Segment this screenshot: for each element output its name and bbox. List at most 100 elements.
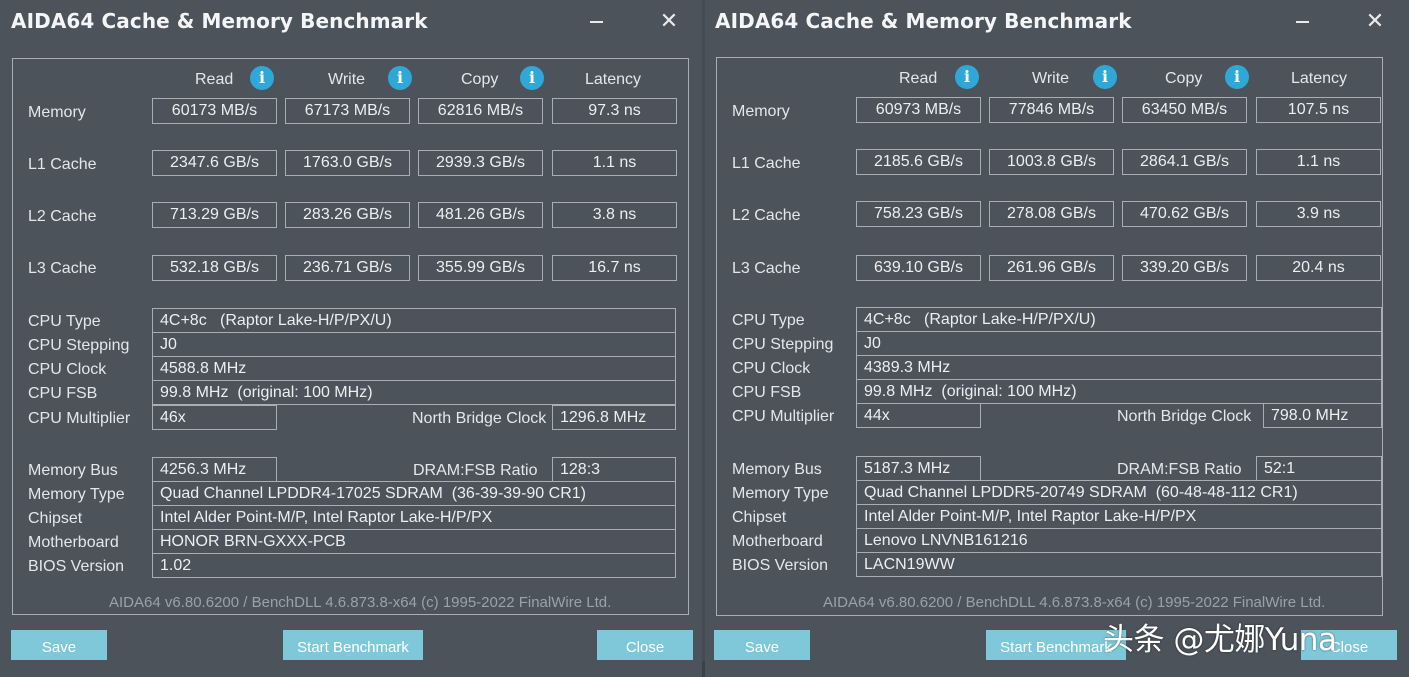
cpu-type-value: 4C+8c (Raptor Lake-H/P/PX/U) <box>152 308 676 333</box>
row-label-l2-cache: L2 Cache <box>732 207 801 224</box>
l1-copy-value: 2864.1 GB/s <box>1122 149 1247 175</box>
minimize-button[interactable] <box>584 8 610 34</box>
north-bridge-clock-label: North Bridge Clock <box>1117 408 1252 425</box>
dram-fsb-ratio-label: DRAM:FSB Ratio <box>1117 461 1242 478</box>
l3-read-value: 532.18 GB/s <box>152 255 277 281</box>
l2-copy-value: 481.26 GB/s <box>418 202 543 228</box>
benchmark-window-right: AIDA64 Cache & Memory Benchmark ✕ Read i… <box>705 0 1409 677</box>
motherboard-value: Lenovo LNVNB161216 <box>856 528 1382 553</box>
memory-read-value: 60173 MB/s <box>152 98 277 124</box>
l2-latency-value: 3.8 ns <box>552 202 677 228</box>
l3-copy-value: 339.20 GB/s <box>1122 255 1247 281</box>
cpu-stepping-value: J0 <box>152 332 676 357</box>
north-bridge-clock-label: North Bridge Clock <box>412 410 547 427</box>
cpu-stepping-label: CPU Stepping <box>28 337 130 354</box>
l1-copy-value: 2939.3 GB/s <box>418 150 543 176</box>
memory-copy-value: 63450 MB/s <box>1122 97 1247 123</box>
memory-write-value: 67173 MB/s <box>285 98 410 124</box>
l3-write-value: 236.71 GB/s <box>285 255 410 281</box>
column-header-write: Write <box>1032 70 1070 87</box>
l3-write-value: 261.96 GB/s <box>989 255 1114 281</box>
l1-latency-value: 1.1 ns <box>1256 149 1381 175</box>
info-icon[interactable]: i <box>520 66 544 90</box>
cpu-stepping-label: CPU Stepping <box>732 336 834 353</box>
close-window-button[interactable]: ✕ <box>1362 8 1388 34</box>
row-label-l1-cache: L1 Cache <box>28 156 97 173</box>
save-button[interactable]: Save <box>11 630 107 660</box>
l2-latency-value: 3.9 ns <box>1256 201 1381 227</box>
bios-version-value: 1.02 <box>152 553 676 578</box>
memory-type-label: Memory Type <box>732 485 829 502</box>
memory-read-value: 60973 MB/s <box>856 97 981 123</box>
info-icon[interactable]: i <box>250 66 274 90</box>
memory-type-value: Quad Channel LPDDR4-17025 SDRAM (36-39-3… <box>152 481 676 506</box>
cpu-type-label: CPU Type <box>732 312 805 329</box>
cpu-fsb-label: CPU FSB <box>28 385 98 402</box>
results-panel: Read i Write i Copy i Latency Memory 601… <box>12 58 689 615</box>
memory-bus-value: 4256.3 MHz <box>152 457 277 482</box>
cpu-multiplier-value: 44x <box>856 403 981 428</box>
cpu-clock-label: CPU Clock <box>28 361 107 378</box>
info-icon[interactable]: i <box>388 66 412 90</box>
info-icon[interactable]: i <box>955 65 979 89</box>
save-button[interactable]: Save <box>714 630 810 660</box>
l1-write-value: 1003.8 GB/s <box>989 149 1114 175</box>
cpu-multiplier-value: 46x <box>152 405 277 430</box>
bios-version-label: BIOS Version <box>732 557 829 574</box>
l1-read-value: 2347.6 GB/s <box>152 150 277 176</box>
column-header-latency: Latency <box>585 71 642 88</box>
info-icon[interactable]: i <box>1225 65 1249 89</box>
cpu-clock-label: CPU Clock <box>732 360 811 377</box>
memory-latency-value: 97.3 ns <box>552 98 677 124</box>
footer-copyright: AIDA64 v6.80.6200 / BenchDLL 4.6.873.8-x… <box>823 594 1326 611</box>
cpu-multiplier-label: CPU Multiplier <box>28 410 131 427</box>
motherboard-value: HONOR BRN-GXXX-PCB <box>152 529 676 554</box>
start-benchmark-button[interactable]: Start Benchmark <box>283 630 423 660</box>
cpu-fsb-value: 99.8 MHz (original: 100 MHz) <box>856 379 1382 404</box>
motherboard-label: Motherboard <box>732 533 823 550</box>
row-label-l1-cache: L1 Cache <box>732 155 801 172</box>
close-window-button[interactable]: ✕ <box>656 8 682 34</box>
l2-write-value: 283.26 GB/s <box>285 202 410 228</box>
l3-read-value: 639.10 GB/s <box>856 255 981 281</box>
memory-write-value: 77846 MB/s <box>989 97 1114 123</box>
column-header-read: Read <box>195 71 234 88</box>
row-label-l3-cache: L3 Cache <box>28 260 97 277</box>
bios-version-value: LACN19WW <box>856 552 1382 577</box>
results-panel: Read i Write i Copy i Latency Memory 609… <box>716 57 1383 616</box>
chipset-value: Intel Alder Point-M/P, Intel Raptor Lake… <box>152 505 676 530</box>
benchmark-window-left: AIDA64 Cache & Memory Benchmark ✕ Read i… <box>0 0 702 677</box>
chipset-label: Chipset <box>28 510 83 527</box>
cpu-fsb-label: CPU FSB <box>732 384 802 401</box>
memory-bus-value: 5187.3 MHz <box>856 456 981 481</box>
l2-write-value: 278.08 GB/s <box>989 201 1114 227</box>
cpu-stepping-value: J0 <box>856 331 1382 356</box>
l3-latency-value: 16.7 ns <box>552 255 677 281</box>
row-label-l2-cache: L2 Cache <box>28 208 97 225</box>
dram-fsb-ratio-label: DRAM:FSB Ratio <box>413 462 538 479</box>
minimize-button[interactable] <box>1290 8 1316 34</box>
row-label-memory: Memory <box>28 104 86 121</box>
column-header-copy: Copy <box>461 71 499 88</box>
memory-bus-label: Memory Bus <box>732 461 822 478</box>
footer-copyright: AIDA64 v6.80.6200 / BenchDLL 4.6.873.8-x… <box>109 594 612 611</box>
north-bridge-clock-value: 798.0 MHz <box>1263 403 1382 428</box>
l3-copy-value: 355.99 GB/s <box>418 255 543 281</box>
column-header-write: Write <box>328 71 366 88</box>
l2-read-value: 758.23 GB/s <box>856 201 981 227</box>
cpu-clock-value: 4588.8 MHz <box>152 356 676 381</box>
bios-version-label: BIOS Version <box>28 558 125 575</box>
info-icon[interactable]: i <box>1093 65 1117 89</box>
chipset-label: Chipset <box>732 509 787 526</box>
watermark-text: 头条 @尤娜Yuna <box>1103 622 1337 658</box>
cpu-multiplier-label: CPU Multiplier <box>732 408 835 425</box>
memory-type-value: Quad Channel LPDDR5-20749 SDRAM (60-48-4… <box>856 480 1382 505</box>
l1-latency-value: 1.1 ns <box>552 150 677 176</box>
dram-fsb-ratio-value: 128:3 <box>552 457 676 482</box>
close-button[interactable]: Close <box>597 630 693 660</box>
window-title: AIDA64 Cache & Memory Benchmark <box>715 9 1132 33</box>
column-header-read: Read <box>899 70 938 87</box>
l3-latency-value: 20.4 ns <box>1256 255 1381 281</box>
memory-bus-label: Memory Bus <box>28 462 118 479</box>
cpu-fsb-value: 99.8 MHz (original: 100 MHz) <box>152 380 676 405</box>
